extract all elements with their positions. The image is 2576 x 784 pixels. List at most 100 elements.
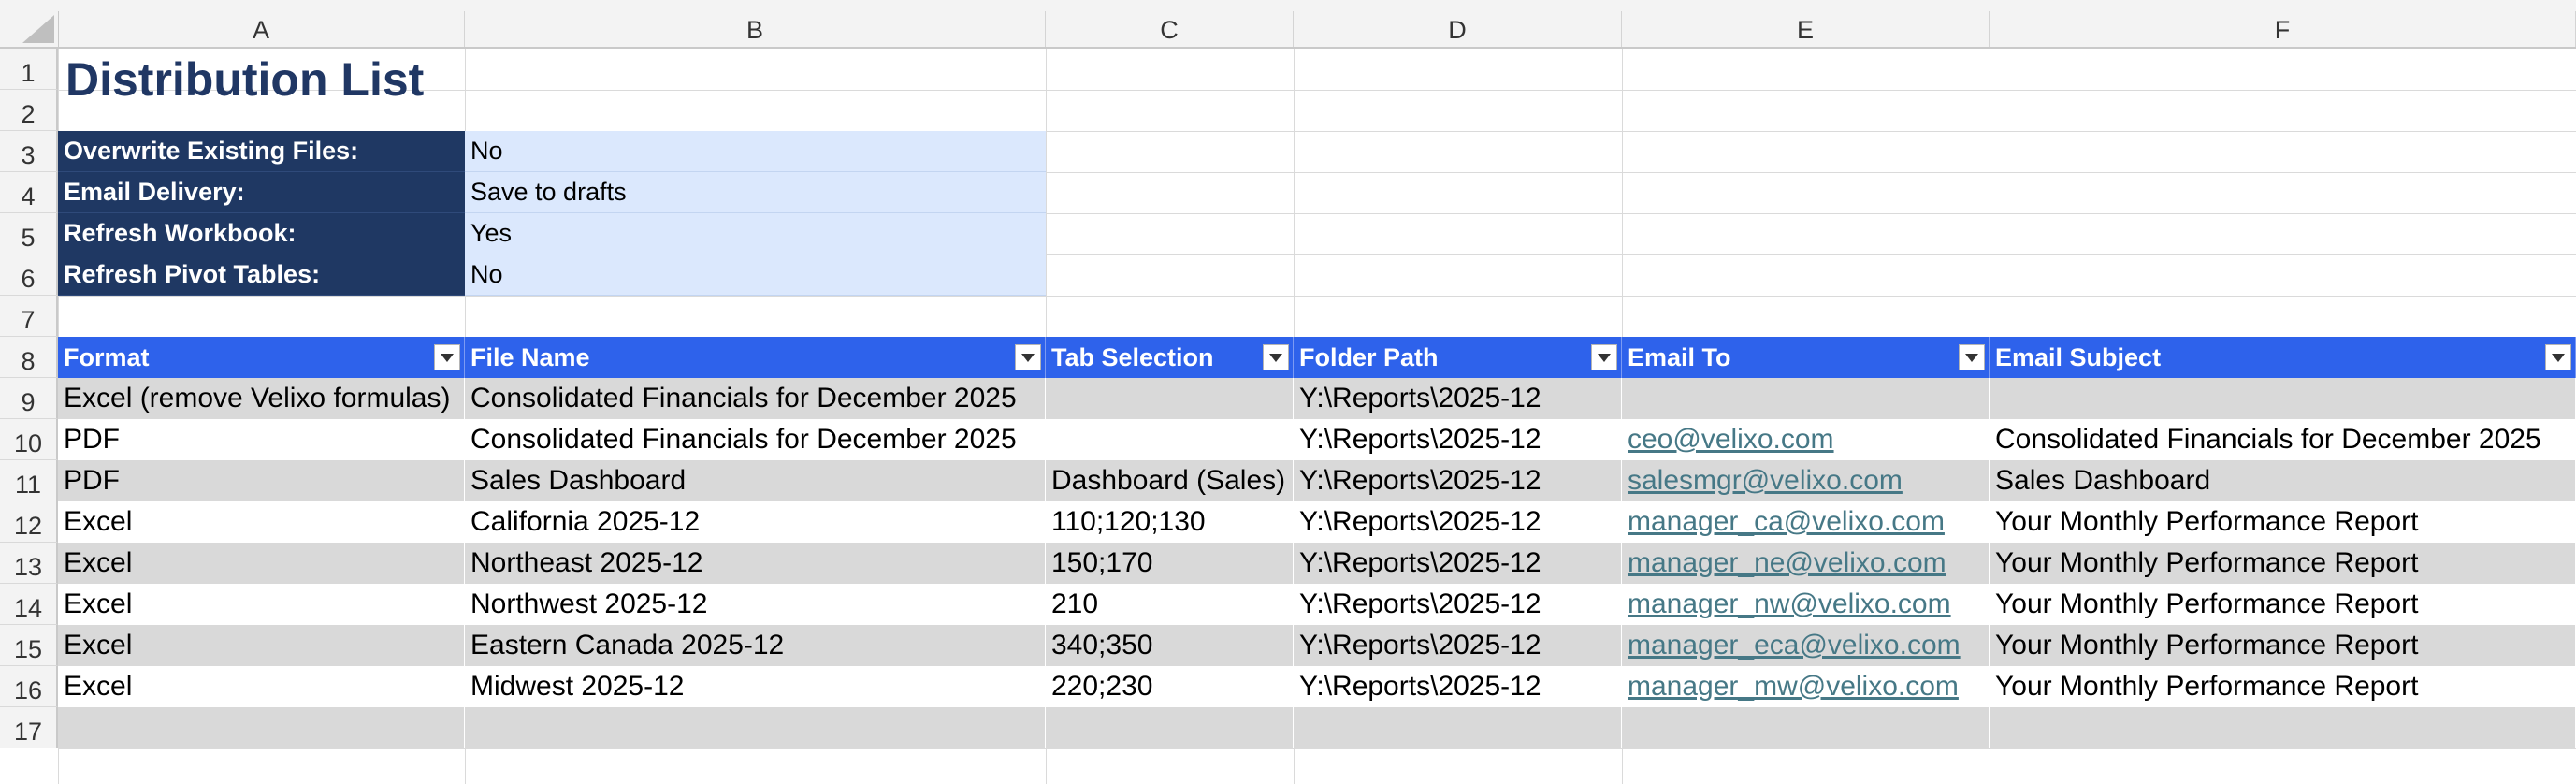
table-cell[interactable]: Consolidated Financials for December 202… [1990,419,2576,460]
row-header-10[interactable]: 10 [0,419,58,460]
email-link[interactable]: manager_nw@velixo.com [1628,588,1951,620]
table-cell[interactable]: Y:\Reports\2025-12 [1294,460,1622,501]
table-cell[interactable]: Dashboard (Sales) [1046,460,1294,501]
table-header-email-subject[interactable]: Email Subject [1990,337,2576,378]
table-cell[interactable]: Eastern Canada 2025-12 [465,625,1046,666]
row-header-15[interactable]: 15 [0,625,58,666]
table-cell[interactable]: 220;230 [1046,666,1294,707]
column-header-a[interactable]: A [58,11,465,47]
table-cell[interactable]: Y:\Reports\2025-12 [1294,543,1622,584]
table-cell[interactable]: 210 [1046,584,1294,625]
table-cell[interactable]: Midwest 2025-12 [465,666,1046,707]
table-header-folder-path[interactable]: Folder Path [1294,337,1622,378]
table-cell[interactable]: Your Monthly Performance Report [1990,501,2576,543]
filter-dropdown-button[interactable] [1959,344,1985,370]
table-cell[interactable] [465,707,1046,748]
table-cell[interactable]: Excel [58,666,465,707]
row-header-6[interactable]: 6 [0,254,58,296]
table-cell[interactable]: Y:\Reports\2025-12 [1294,501,1622,543]
table-cell[interactable]: Northwest 2025-12 [465,584,1046,625]
table-cell[interactable]: Y:\Reports\2025-12 [1294,666,1622,707]
row-header-13[interactable]: 13 [0,543,58,584]
row-header-7[interactable]: 7 [0,296,58,337]
table-cell[interactable]: Your Monthly Performance Report [1990,584,2576,625]
row-header-14[interactable]: 14 [0,584,58,625]
table-cell[interactable] [58,707,465,748]
table-cell[interactable] [1046,707,1294,748]
table-cell[interactable]: PDF [58,419,465,460]
table-cell[interactable]: Sales Dashboard [465,460,1046,501]
row-header-16[interactable]: 16 [0,666,58,707]
column-header-f[interactable]: F [1990,11,2576,47]
column-header-d[interactable]: D [1294,11,1622,47]
table-cell[interactable]: Y:\Reports\2025-12 [1294,625,1622,666]
row-header-5[interactable]: 5 [0,213,58,254]
row-header-17[interactable]: 17 [0,707,58,748]
row-header-12[interactable]: 12 [0,501,58,543]
table-cell[interactable]: Consolidated Financials for December 202… [465,378,1046,419]
row-header-2[interactable]: 2 [0,90,58,131]
table-cell[interactable]: Your Monthly Performance Report [1990,666,2576,707]
table-cell[interactable]: Excel [58,501,465,543]
table-cell[interactable]: PDF [58,460,465,501]
table-cell[interactable]: Excel [58,625,465,666]
filter-dropdown-button[interactable] [1591,344,1617,370]
email-link[interactable]: ceo@velixo.com [1628,424,1834,456]
table-cell[interactable]: Consolidated Financials for December 202… [465,419,1046,460]
table-cell[interactable]: manager_ca@velixo.com [1622,501,1990,543]
filter-dropdown-button[interactable] [1015,344,1041,370]
filter-dropdown-button[interactable] [434,344,460,370]
email-link[interactable]: manager_mw@velixo.com [1628,671,1959,703]
table-cell[interactable]: Sales Dashboard [1990,460,2576,501]
table-cell[interactable]: ceo@velixo.com [1622,419,1990,460]
row-header-3[interactable]: 3 [0,131,58,172]
table-cell[interactable] [1990,378,2576,419]
table-cell[interactable] [1294,707,1622,748]
row-header-9[interactable]: 9 [0,378,58,419]
table-cell[interactable] [1046,378,1294,419]
email-link[interactable]: manager_ca@velixo.com [1628,506,1945,538]
filter-dropdown-button[interactable] [1263,344,1289,370]
table-cell[interactable]: 150;170 [1046,543,1294,584]
table-cell[interactable] [1990,707,2576,748]
table-cell[interactable] [1622,707,1990,748]
row-header-4[interactable]: 4 [0,172,58,213]
email-link[interactable]: manager_ne@velixo.com [1628,547,1946,579]
table-cell[interactable] [1622,378,1990,419]
row-header-8[interactable]: 8 [0,337,58,378]
table-cell[interactable]: 340;350 [1046,625,1294,666]
row-header-11[interactable]: 11 [0,460,58,501]
email-link[interactable]: salesmgr@velixo.com [1628,465,1903,497]
setting-value[interactable]: Yes [465,213,1046,254]
table-header-file-name[interactable]: File Name [465,337,1046,378]
table-header-email-to[interactable]: Email To [1622,337,1990,378]
table-cell[interactable]: manager_ne@velixo.com [1622,543,1990,584]
table-cell[interactable]: 110;120;130 [1046,501,1294,543]
table-cell[interactable]: Excel [58,584,465,625]
setting-value[interactable]: No [465,254,1046,296]
column-header-c[interactable]: C [1046,11,1294,47]
table-cell[interactable] [1046,419,1294,460]
table-header-tab-selection[interactable]: Tab Selection [1046,337,1294,378]
table-cell[interactable]: Y:\Reports\2025-12 [1294,419,1622,460]
table-cell[interactable]: Your Monthly Performance Report [1990,543,2576,584]
column-header-e[interactable]: E [1622,11,1990,47]
table-header-format[interactable]: Format [58,337,465,378]
table-cell[interactable]: Excel [58,543,465,584]
setting-value[interactable]: No [465,131,1046,172]
table-cell[interactable]: manager_eca@velixo.com [1622,625,1990,666]
setting-value[interactable]: Save to drafts [465,172,1046,213]
table-cell[interactable]: salesmgr@velixo.com [1622,460,1990,501]
table-cell[interactable]: Northeast 2025-12 [465,543,1046,584]
table-cell[interactable]: Excel (remove Velixo formulas) [58,378,465,419]
select-all-button[interactable] [0,11,59,47]
row-header-1[interactable]: 1 [0,49,58,90]
filter-dropdown-button[interactable] [2545,344,2571,370]
table-cell[interactable]: manager_mw@velixo.com [1622,666,1990,707]
column-header-b[interactable]: B [465,11,1046,47]
email-link[interactable]: manager_eca@velixo.com [1628,630,1961,661]
table-cell[interactable]: California 2025-12 [465,501,1046,543]
table-cell[interactable]: Y:\Reports\2025-12 [1294,378,1622,419]
table-cell[interactable]: manager_nw@velixo.com [1622,584,1990,625]
table-cell[interactable]: Y:\Reports\2025-12 [1294,584,1622,625]
